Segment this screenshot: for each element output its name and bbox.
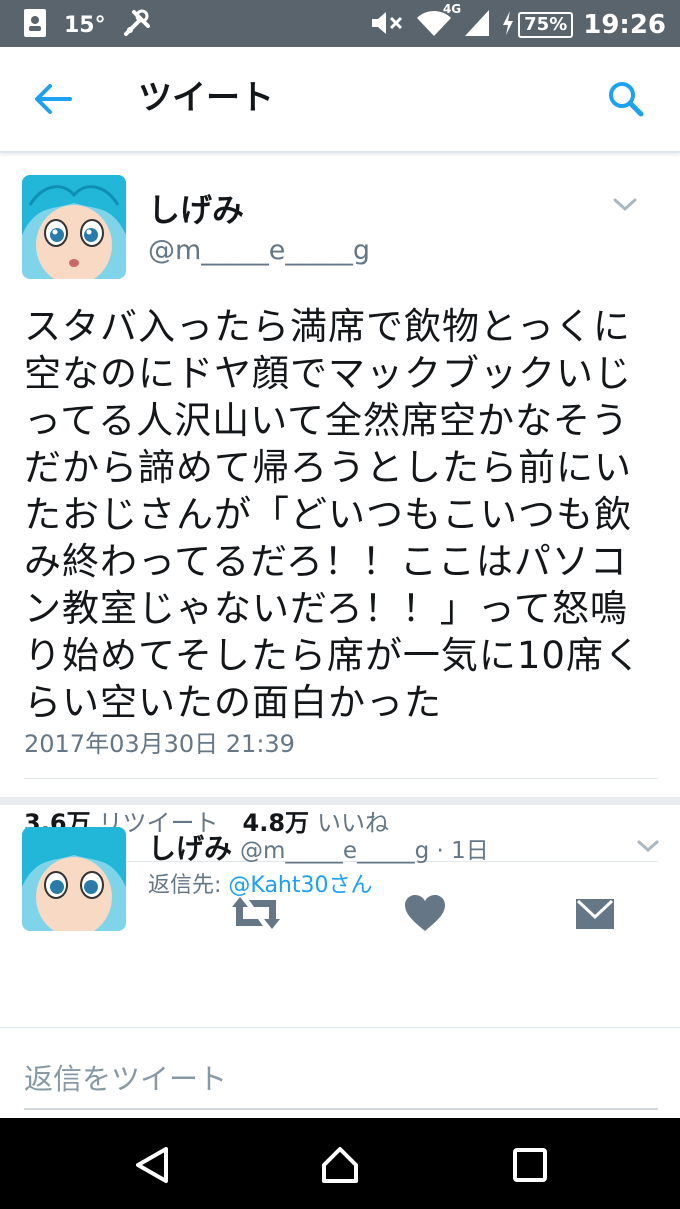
tools-notification-icon — [122, 8, 152, 42]
back-button[interactable] — [30, 79, 76, 119]
search-icon — [609, 82, 644, 117]
anime-girl-avatar-icon — [22, 175, 126, 279]
reply-header: しげみ @m_____e_____g · 1日 — [148, 827, 489, 867]
author-handle[interactable]: @m_____e_____g — [148, 235, 370, 266]
reply-to-prefix: 返信先: — [148, 873, 229, 898]
reply-menu-button[interactable] — [636, 839, 660, 854]
nav-home-button[interactable] — [320, 1145, 360, 1185]
reply-tweet[interactable]: しげみ @m_____e_____g · 1日 返信先: @Kaht30さん — [0, 805, 680, 1027]
author-name[interactable]: しげみ — [148, 185, 244, 231]
reply-to-mention[interactable]: @Kaht30さん — [228, 873, 372, 898]
reply-author-name[interactable]: しげみ — [148, 827, 232, 867]
avatar[interactable] — [22, 175, 126, 279]
reply-meta: @m_____e_____g · 1日 — [240, 838, 489, 864]
nav-back-button[interactable] — [132, 1145, 172, 1185]
input-underline — [24, 1108, 658, 1110]
battery-level: 75% — [518, 12, 574, 38]
triangle-back-icon — [136, 1147, 168, 1183]
tweet-text: スタバ入ったら満席で飲物とっくに空なのにドヤ顔でマックブックいじってる人沢山いて… — [24, 305, 642, 724]
app-header: ツイート — [0, 47, 680, 153]
page-title: ツイート — [138, 78, 274, 118]
search-button[interactable] — [606, 79, 646, 119]
charging-icon — [501, 10, 515, 40]
battery-indicator: 75% — [501, 10, 574, 40]
home-icon — [322, 1147, 358, 1183]
chevron-down-icon — [613, 198, 637, 212]
mute-icon — [369, 8, 405, 42]
reply-input[interactable]: 返信をツイート — [24, 1056, 227, 1098]
network-type: 4G — [442, 2, 462, 16]
system-nav-bar — [0, 1118, 680, 1209]
signal-icon — [463, 8, 491, 42]
wifi-icon: 4G — [415, 2, 461, 42]
tweet-timestamp: 2017年03月30日 21:39 — [24, 730, 295, 758]
reply-compose-bar[interactable]: 返信をツイート — [0, 1027, 680, 1118]
status-bar: 15° 4G 75% 19:26 — [0, 0, 680, 47]
tweet-menu-button[interactable] — [612, 197, 638, 213]
contacts-notification-icon — [22, 8, 48, 42]
square-recents-icon — [513, 1148, 547, 1182]
reply-to-line: 返信先: @Kaht30さん — [148, 867, 373, 899]
anime-girl-avatar-icon — [22, 827, 126, 931]
section-separator — [0, 797, 680, 805]
avatar[interactable] — [22, 827, 126, 931]
chevron-down-icon — [637, 840, 659, 853]
divider — [24, 778, 658, 779]
nav-recents-button[interactable] — [510, 1145, 550, 1185]
clock: 19:26 — [583, 10, 666, 40]
back-arrow-icon — [35, 84, 72, 114]
weather-temperature: 15° — [64, 12, 106, 38]
